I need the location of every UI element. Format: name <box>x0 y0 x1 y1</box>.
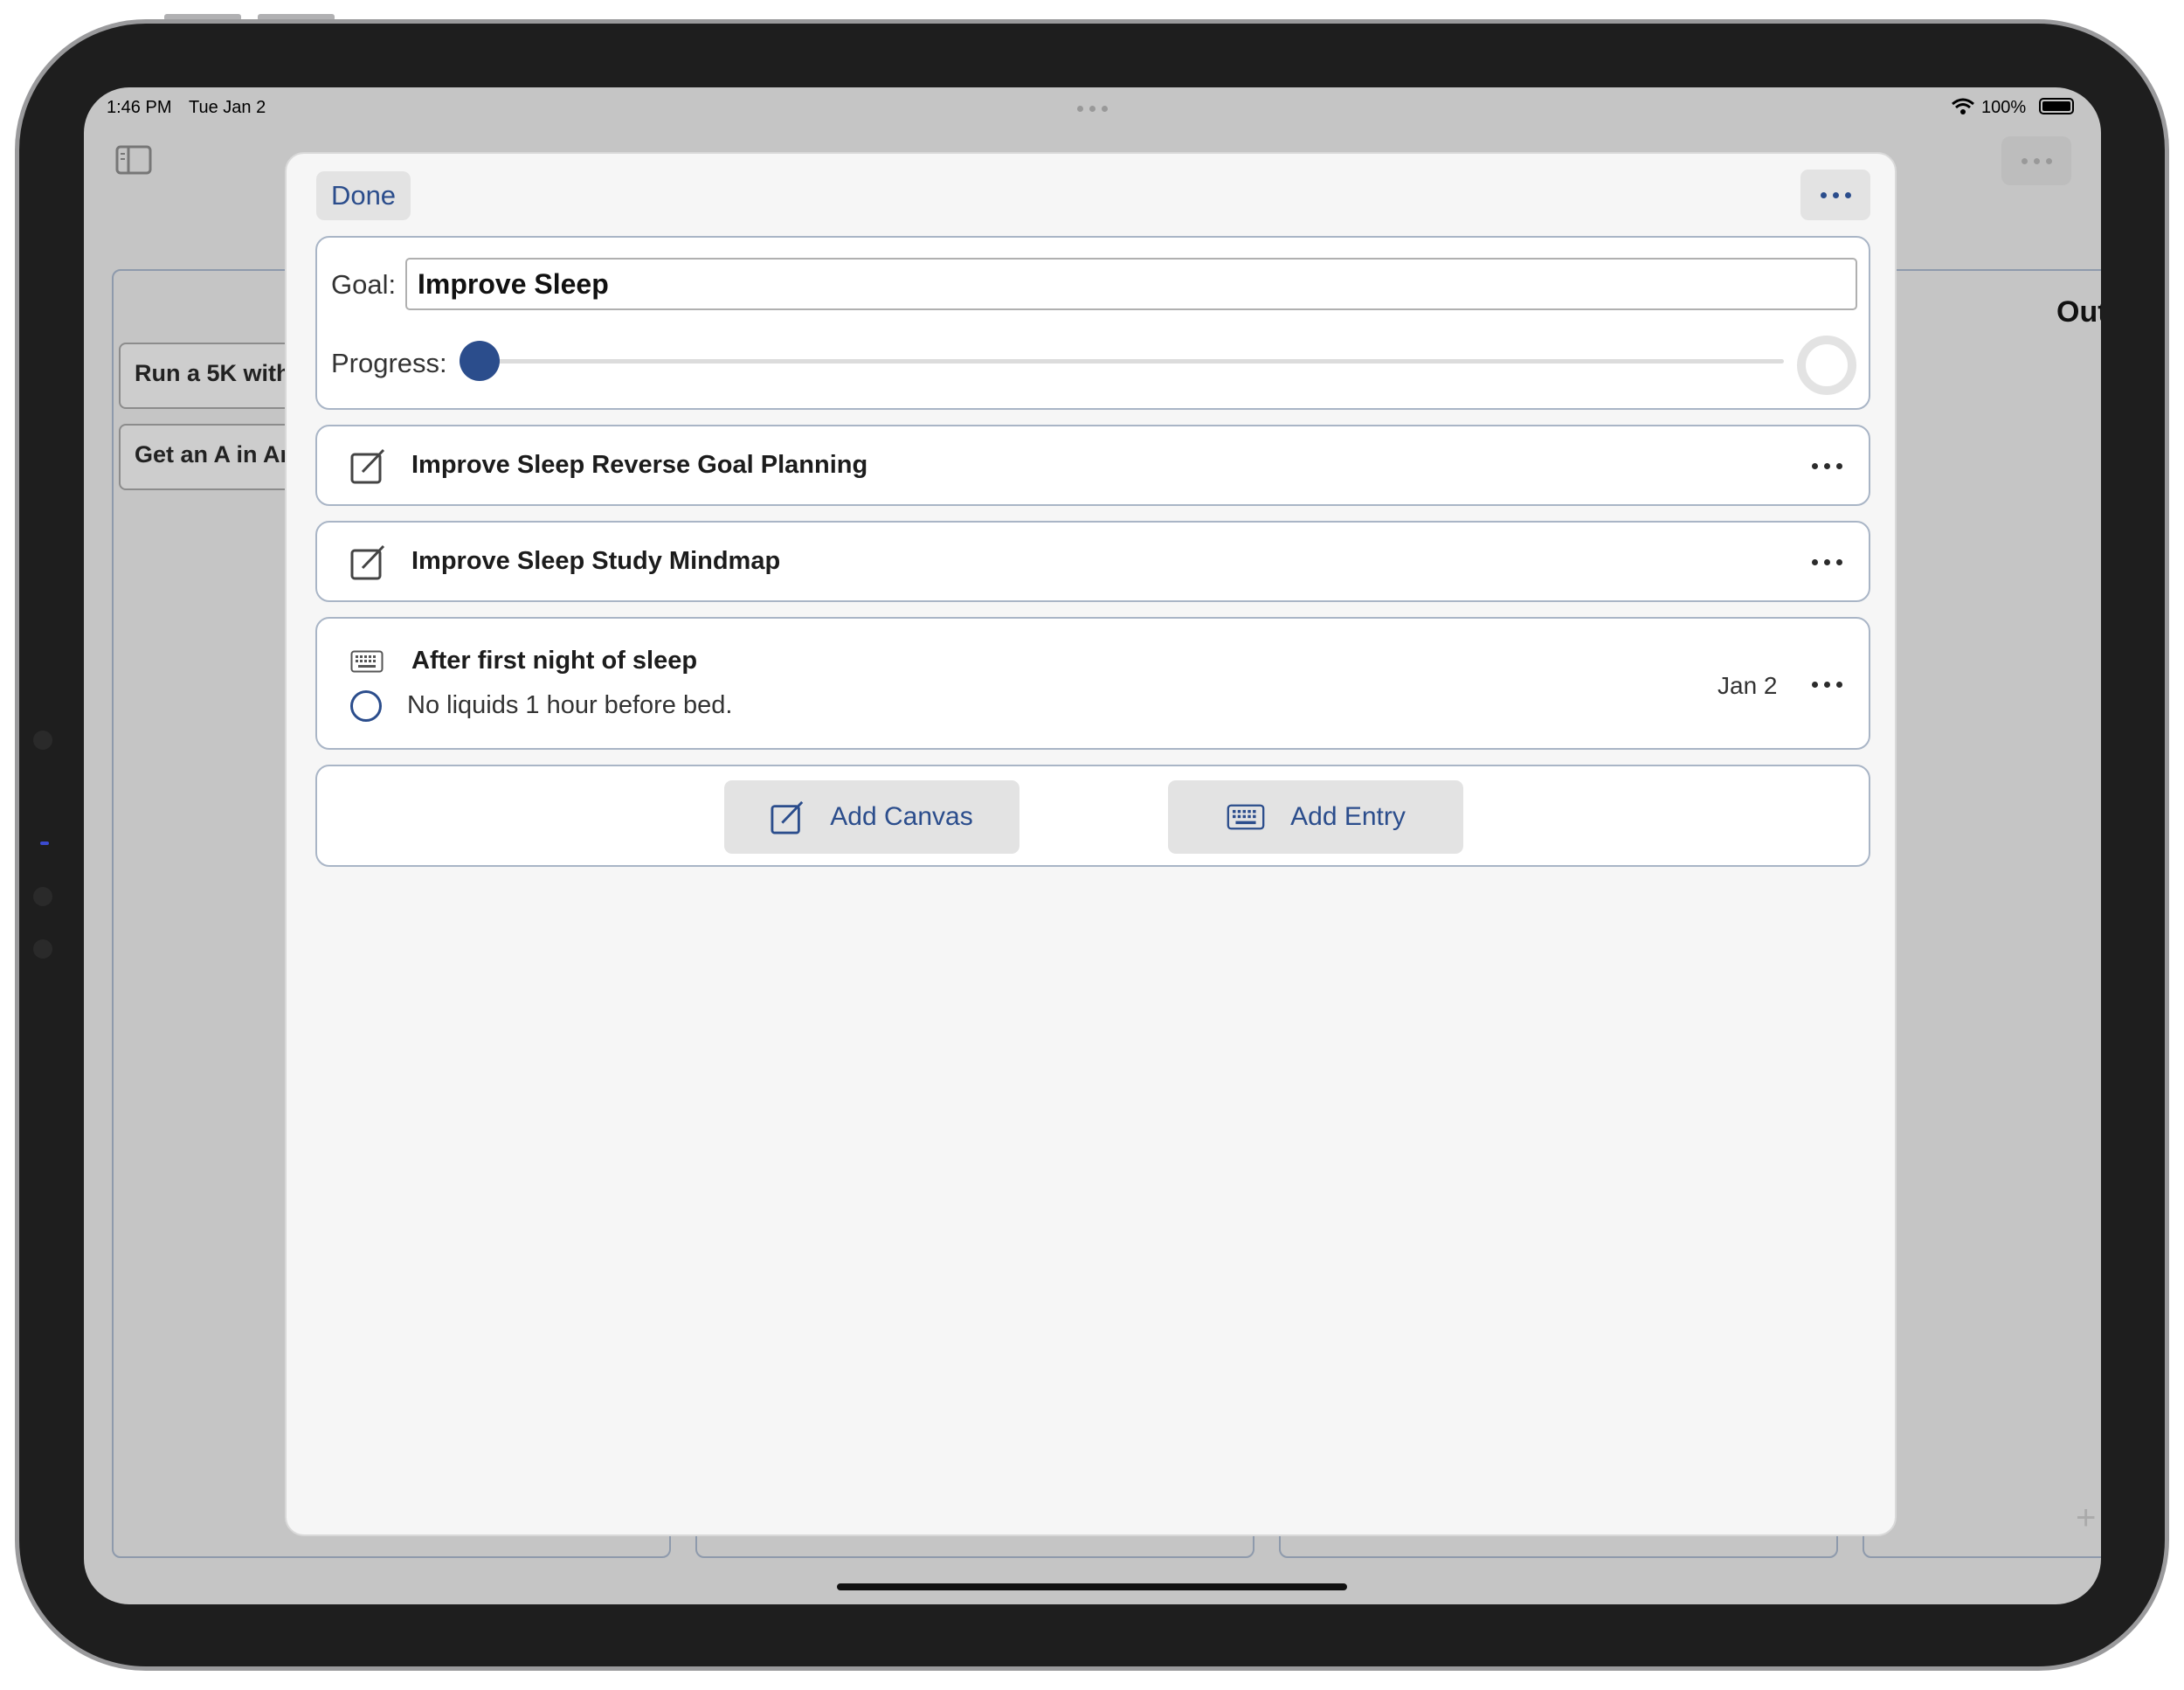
goal-detail-sheet: Done Goal: Improve Sleep Progress: Impro… <box>285 152 1897 1536</box>
keyboard-icon <box>350 650 384 673</box>
wifi-icon <box>1952 98 1974 114</box>
bezel-sensor <box>33 939 52 959</box>
background-more-button[interactable] <box>2001 136 2071 185</box>
canvas-item-title: Improve Sleep Reverse Goal Planning <box>411 451 868 479</box>
add-entry-label: Add Entry <box>1290 802 1406 831</box>
battery-percent: 100% <box>1981 98 2027 117</box>
status-time: 1:46 PM <box>107 98 172 117</box>
progress-slider-track <box>468 359 1784 364</box>
more-icon <box>2021 157 2052 164</box>
bezel-sensor <box>33 887 52 906</box>
compose-icon <box>350 544 385 580</box>
canvas-item[interactable]: Improve Sleep Reverse Goal Planning <box>315 425 1870 506</box>
item-more-icon[interactable] <box>1812 682 1842 688</box>
bezel-sensor <box>33 731 52 750</box>
item-more-icon[interactable] <box>1812 559 1842 565</box>
add-icon[interactable]: + <box>2076 1500 2096 1535</box>
goal-input[interactable]: Improve Sleep <box>405 258 1857 310</box>
entry-item[interactable]: After first night of sleep No liquids 1 … <box>315 617 1870 750</box>
task-checkbox[interactable] <box>350 690 382 722</box>
entry-date: Jan 2 <box>1717 672 1778 699</box>
background-goal-column <box>1863 269 2101 1558</box>
background-column-heading: Out <box>2056 295 2101 329</box>
canvas-item-title: Improve Sleep Study Mindmap <box>411 547 781 575</box>
progress-ring-icon <box>1797 336 1856 395</box>
sheet-more-button[interactable] <box>1800 170 1870 220</box>
sidebar-toggle-icon[interactable] <box>115 145 152 175</box>
more-icon <box>1820 191 1851 198</box>
keyboard-icon <box>1227 804 1265 830</box>
status-date: Tue Jan 2 <box>189 98 266 117</box>
home-indicator <box>837 1583 1347 1590</box>
progress-label: Progress: <box>331 348 447 378</box>
screen: 1:46 PM Tue Jan 2 100% Out Run a 5K with… <box>84 87 2101 1604</box>
canvas-item[interactable]: Improve Sleep Study Mindmap <box>315 521 1870 602</box>
goal-card: Goal: Improve Sleep Progress: <box>315 236 1870 410</box>
bezel-indicator <box>40 842 49 845</box>
entry-task-text: No liquids 1 hour before bed. <box>407 691 733 719</box>
add-canvas-button[interactable]: Add Canvas <box>724 780 1019 854</box>
entry-title: After first night of sleep <box>411 647 698 675</box>
item-more-icon[interactable] <box>1812 463 1842 469</box>
battery-icon <box>2039 98 2074 114</box>
multitasking-dots-icon[interactable] <box>1077 106 1108 112</box>
goal-label: Goal: <box>331 269 397 300</box>
done-button[interactable]: Done <box>316 171 411 220</box>
compose-icon <box>771 800 804 835</box>
progress-slider-thumb[interactable] <box>460 341 500 381</box>
compose-icon <box>350 448 385 484</box>
actions-card: Add Canvas Add Entry <box>315 765 1870 867</box>
add-canvas-label: Add Canvas <box>830 802 973 831</box>
progress-slider[interactable] <box>460 339 1784 383</box>
goal-input-value: Improve Sleep <box>418 268 609 300</box>
add-entry-button[interactable]: Add Entry <box>1168 780 1463 854</box>
